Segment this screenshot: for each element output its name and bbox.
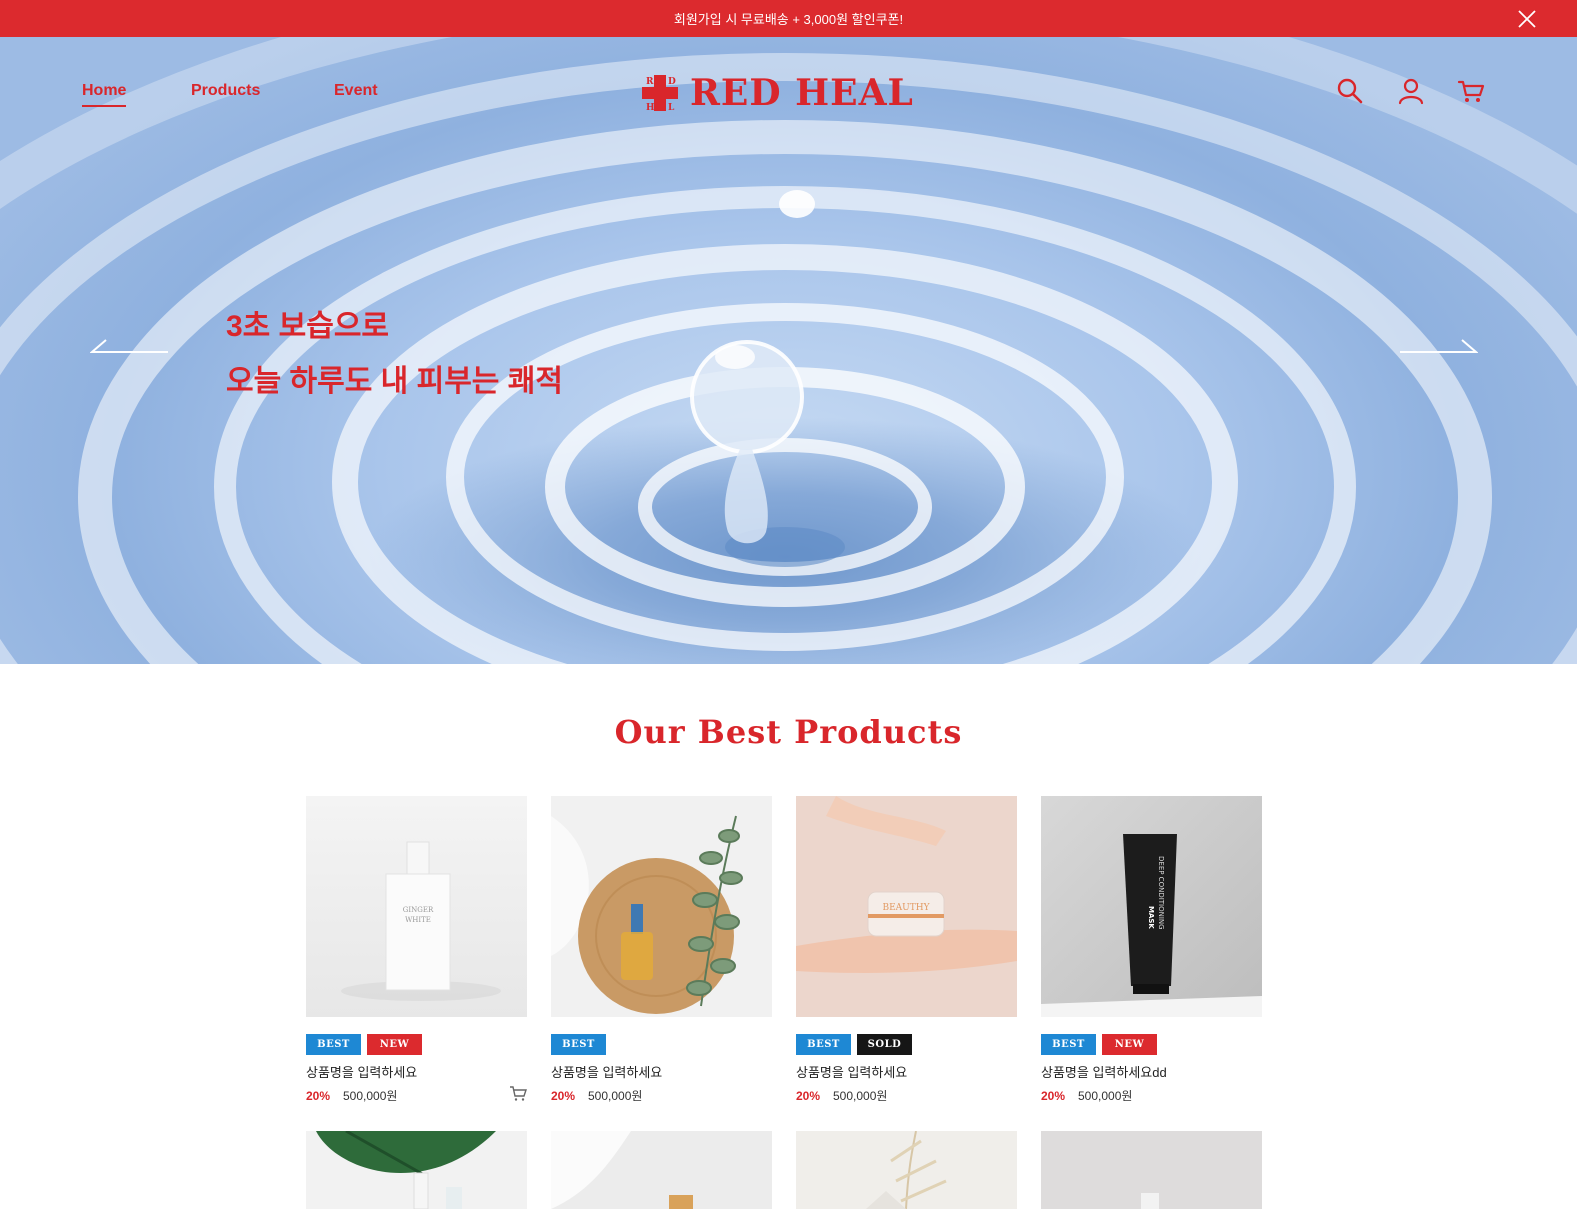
jar-label: BEAUTHY — [882, 903, 930, 913]
best-badge: BEST — [551, 1034, 606, 1055]
price-row: 20% 500,000원 — [306, 1084, 527, 1104]
announcement-bar: 회원가입 시 무료배송 + 3,000원 할인쿠폰! — [0, 0, 1577, 37]
brand-logo[interactable]: R D H L RED HEAL — [640, 73, 914, 113]
product-image: GINGER WHITE — [306, 796, 527, 1017]
hero-line-1: 3초 보습으로 — [226, 310, 390, 343]
product-thumbnail[interactable] — [306, 1131, 527, 1209]
product-thumbnail[interactable] — [796, 1131, 1017, 1209]
sold-badge: SOLD — [857, 1034, 912, 1055]
badge-group: BEST — [551, 1034, 772, 1055]
discount-rate: 20% — [796, 1088, 821, 1103]
nav-products[interactable]: Products — [191, 82, 260, 100]
bottle-label-1: GINGER — [403, 906, 434, 914]
hero-banner: Home Products Event R D H L RED HEAL 3초 … — [0, 37, 1577, 664]
cross-logo-icon: R D H L — [642, 75, 678, 113]
product-card[interactable]: BEAUTHY BEST SOLD 상품명을 입력하세요 20% 500,000… — [796, 796, 1017, 1104]
product-price: 500,000원 — [833, 1089, 888, 1103]
best-badge: BEST — [1041, 1034, 1096, 1055]
best-badge: BEST — [306, 1034, 361, 1055]
next-arrow-icon[interactable] — [1398, 337, 1478, 357]
product-image — [551, 796, 772, 1017]
badge-group: BEST SOLD — [796, 1034, 1017, 1055]
add-to-cart-icon[interactable] — [509, 1084, 527, 1102]
product-thumbnail[interactable] — [1041, 1131, 1262, 1209]
product-name: 상품명을 입력하세요 — [306, 1065, 418, 1080]
discount-rate: 20% — [551, 1088, 576, 1103]
product-image: BEAUTHY — [796, 796, 1017, 1017]
nav-event[interactable]: Event — [334, 82, 378, 100]
price-row: 20% 500,000원 — [551, 1087, 772, 1104]
new-badge: NEW — [1102, 1034, 1157, 1055]
discount-rate: 20% — [1041, 1088, 1066, 1103]
new-badge: NEW — [367, 1034, 422, 1055]
discount-rate: 20% — [306, 1088, 331, 1103]
product-price: 500,000원 — [343, 1089, 398, 1103]
prev-arrow-icon[interactable] — [90, 337, 170, 357]
best-badge: BEST — [796, 1034, 851, 1055]
product-card[interactable]: GINGER WHITE BEST NEW 상품명을 입력하세요 20% 500… — [306, 796, 527, 1104]
product-name: 상품명을 입력하세요 — [551, 1065, 663, 1080]
badge-group: BEST NEW — [1041, 1034, 1262, 1055]
product-image: DEEP CONDITIONING MASK — [1041, 796, 1262, 1017]
product-card[interactable]: BEST 상품명을 입력하세요 20% 500,000원 — [551, 796, 772, 1104]
nav-home[interactable]: Home — [82, 82, 127, 107]
product-price: 500,000원 — [1078, 1089, 1133, 1103]
tube-label-2: MASK — [1147, 906, 1155, 929]
product-thumbnail[interactable] — [551, 1131, 772, 1209]
logo-mark-d: D — [668, 77, 676, 87]
hero-headline: 3초 보습으로 오늘 하루도 내 피부는 쾌적 — [226, 299, 563, 409]
badge-group: BEST NEW — [306, 1034, 527, 1055]
user-icon[interactable] — [1397, 77, 1425, 105]
logo-mark-h: H — [646, 103, 655, 113]
product-name: 상품명을 입력하세요dd — [1041, 1065, 1167, 1080]
logo-mark-l: L — [668, 103, 675, 113]
announcement-text: 회원가입 시 무료배송 + 3,000원 할인쿠폰! — [673, 12, 904, 27]
close-icon[interactable] — [1517, 9, 1537, 29]
product-card[interactable]: DEEP CONDITIONING MASK BEST NEW 상품명을 입력하… — [1041, 796, 1262, 1104]
cart-icon[interactable] — [1457, 77, 1485, 105]
search-icon[interactable] — [1336, 77, 1364, 105]
brand-name: RED HEAL — [690, 72, 914, 114]
price-row: 20% 500,000원 — [796, 1087, 1017, 1104]
product-price: 500,000원 — [588, 1089, 643, 1103]
bottle-label-2: WHITE — [405, 916, 431, 924]
hero-line-2: 오늘 하루도 내 피부는 쾌적 — [226, 365, 563, 398]
product-name: 상품명을 입력하세요 — [796, 1065, 908, 1080]
logo-mark-r: R — [646, 77, 654, 87]
best-products-title: Our Best Products — [614, 713, 963, 751]
tube-label-1: DEEP CONDITIONING — [1157, 856, 1165, 930]
price-row: 20% 500,000원 — [1041, 1087, 1262, 1104]
